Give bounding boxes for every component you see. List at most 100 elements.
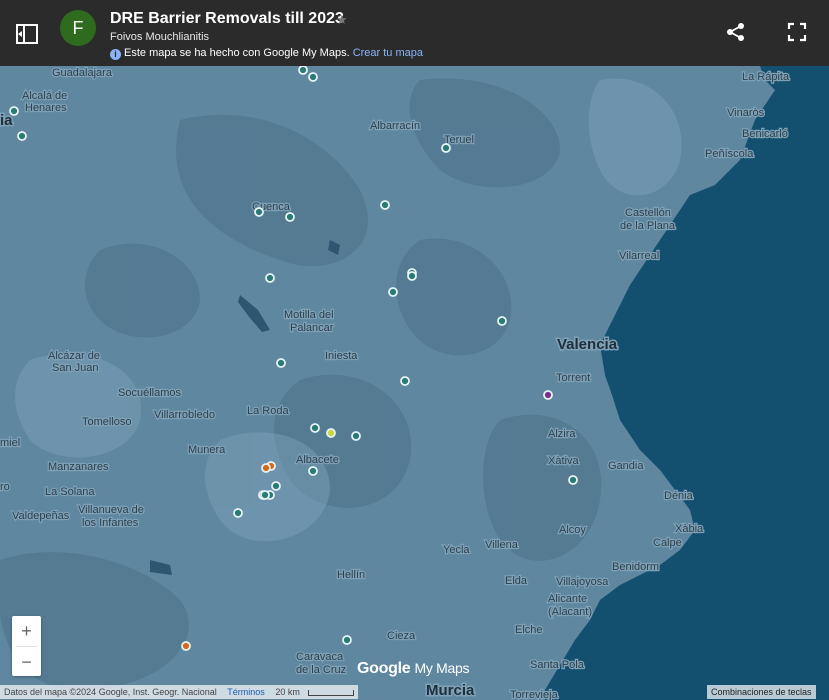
place-label: Benidorm: [612, 561, 659, 573]
map-title: DRE Barrier Removals till 2023: [110, 10, 344, 27]
share-icon: [727, 23, 744, 41]
place-label: Alcalá de: [22, 90, 67, 102]
place-label: Dénia: [664, 490, 694, 502]
scale-bar: [307, 689, 354, 696]
place-label: de la Cruz: [296, 664, 346, 676]
place-label: Albacete: [296, 454, 339, 466]
place-label: Alzira: [548, 428, 576, 440]
map-marker[interactable]: [260, 490, 270, 500]
place-label: ro: [0, 481, 10, 493]
map-marker[interactable]: [497, 316, 507, 326]
place-label: Manzanares: [48, 461, 109, 473]
place-label: Alcázar de: [48, 350, 100, 362]
map-marker[interactable]: [326, 428, 336, 438]
fullscreen-icon: [787, 22, 807, 42]
map-marker[interactable]: [400, 376, 410, 386]
map-marker[interactable]: [388, 287, 398, 297]
place-label: Castellón: [625, 207, 671, 219]
keyboard-shortcuts-button[interactable]: Combinaciones de teclas: [707, 685, 816, 699]
place-label: Cieza: [387, 630, 416, 642]
place-label: Villena: [485, 539, 519, 551]
map-marker[interactable]: [351, 431, 361, 441]
map-marker[interactable]: [568, 475, 578, 485]
place-label: Guadalajara: [52, 67, 113, 79]
map-marker[interactable]: [380, 200, 390, 210]
map-marker[interactable]: [276, 358, 286, 368]
place-label: Vinaròs: [727, 107, 765, 119]
map-marker[interactable]: [17, 131, 27, 141]
place-label: La Roda: [247, 405, 289, 417]
zoom-in-button[interactable]: +: [12, 616, 41, 646]
map-marker[interactable]: [308, 72, 318, 82]
info-icon: i: [110, 49, 121, 60]
zoom-control: + −: [12, 616, 41, 676]
mymaps-note-text: Este mapa se ha hecho con Google My Maps…: [124, 47, 350, 59]
map-marker[interactable]: [265, 273, 275, 283]
place-label: Tomelloso: [82, 416, 132, 428]
place-label: Valencia: [557, 336, 618, 353]
sidebar-toggle-icon: [16, 24, 38, 44]
star-icon[interactable]: ★: [336, 12, 348, 28]
place-label: los Infantes: [82, 517, 139, 529]
map-marker[interactable]: [308, 466, 318, 476]
place-label: Palancar: [290, 322, 334, 334]
place-label: La Rápita: [742, 71, 790, 83]
place-label: Calpe: [653, 537, 682, 549]
map-marker[interactable]: [310, 423, 320, 433]
map-attribution: Datos del mapa ©2024 Google, Inst. Geogr…: [4, 687, 217, 697]
map-marker[interactable]: [261, 463, 271, 473]
map-marker[interactable]: [543, 390, 553, 400]
place-label: Villajoyosa: [556, 576, 609, 588]
google-mymaps-logo: Google My Maps: [357, 660, 469, 678]
place-label: Valdepeñas: [12, 510, 70, 522]
map-marker[interactable]: [9, 106, 19, 116]
place-label: Albarracín: [370, 120, 420, 132]
place-label: (Alacant): [548, 606, 592, 618]
scale-label: 20 km: [275, 687, 300, 697]
zoom-out-button[interactable]: −: [12, 647, 41, 677]
map-marker[interactable]: [298, 65, 308, 75]
place-label: Henares: [25, 102, 67, 114]
terms-link[interactable]: Términos: [227, 687, 265, 697]
place-label: Yecla: [443, 544, 470, 556]
map-marker[interactable]: [407, 271, 417, 281]
place-label: Santa Pola: [530, 659, 585, 671]
mymaps-note: i Este mapa se ha hecho con Google My Map…: [110, 47, 423, 60]
share-button[interactable]: [724, 20, 748, 44]
place-label: Villanueva de: [78, 504, 144, 516]
place-label: Munera: [188, 444, 226, 456]
toggle-legend-button[interactable]: [14, 22, 40, 46]
map-owner: Foivos Mouchlianitis: [110, 31, 210, 43]
place-label: Socuéllamos: [118, 387, 181, 399]
map-marker[interactable]: [285, 212, 295, 222]
place-label: La Solana: [45, 486, 95, 498]
place-label: Caravaca: [296, 651, 344, 663]
fullscreen-button[interactable]: [785, 20, 809, 44]
map-marker[interactable]: [271, 481, 281, 491]
map-marker[interactable]: [233, 508, 243, 518]
place-label: Alcoy: [559, 524, 586, 536]
map-canvas[interactable]: Guadalajara Alcalá deHenares La Rápita Vina…: [0, 0, 829, 700]
place-label: Gandia: [608, 460, 644, 472]
place-label: de la Plana: [620, 220, 676, 232]
place-label: Peñíscola: [705, 148, 754, 160]
map-marker[interactable]: [254, 207, 264, 217]
create-map-link[interactable]: Crear tu mapa: [353, 47, 423, 59]
map-marker[interactable]: [342, 635, 352, 645]
owner-avatar: F: [60, 10, 96, 46]
place-label: San Juan: [52, 362, 98, 374]
place-label: Motilla del: [284, 309, 334, 321]
place-label: Iniesta: [325, 350, 358, 362]
place-label: Villarrobledo: [154, 409, 215, 421]
place-label: Elche: [515, 624, 543, 636]
map-header: F DRE Barrier Removals till 2023 ★ Foivo…: [0, 0, 829, 66]
map-marker[interactable]: [441, 143, 451, 153]
mymaps-logo-text: My Maps: [414, 660, 470, 676]
map-footer: Datos del mapa ©2024 Google, Inst. Geogr…: [0, 685, 358, 699]
place-label: Hellín: [337, 569, 365, 581]
map-marker[interactable]: [181, 641, 191, 651]
google-logo-text: Google: [357, 660, 411, 677]
place-label: Elda: [505, 575, 528, 587]
place-label: Alicante: [548, 593, 587, 605]
place-label: Xàbia: [675, 523, 704, 535]
